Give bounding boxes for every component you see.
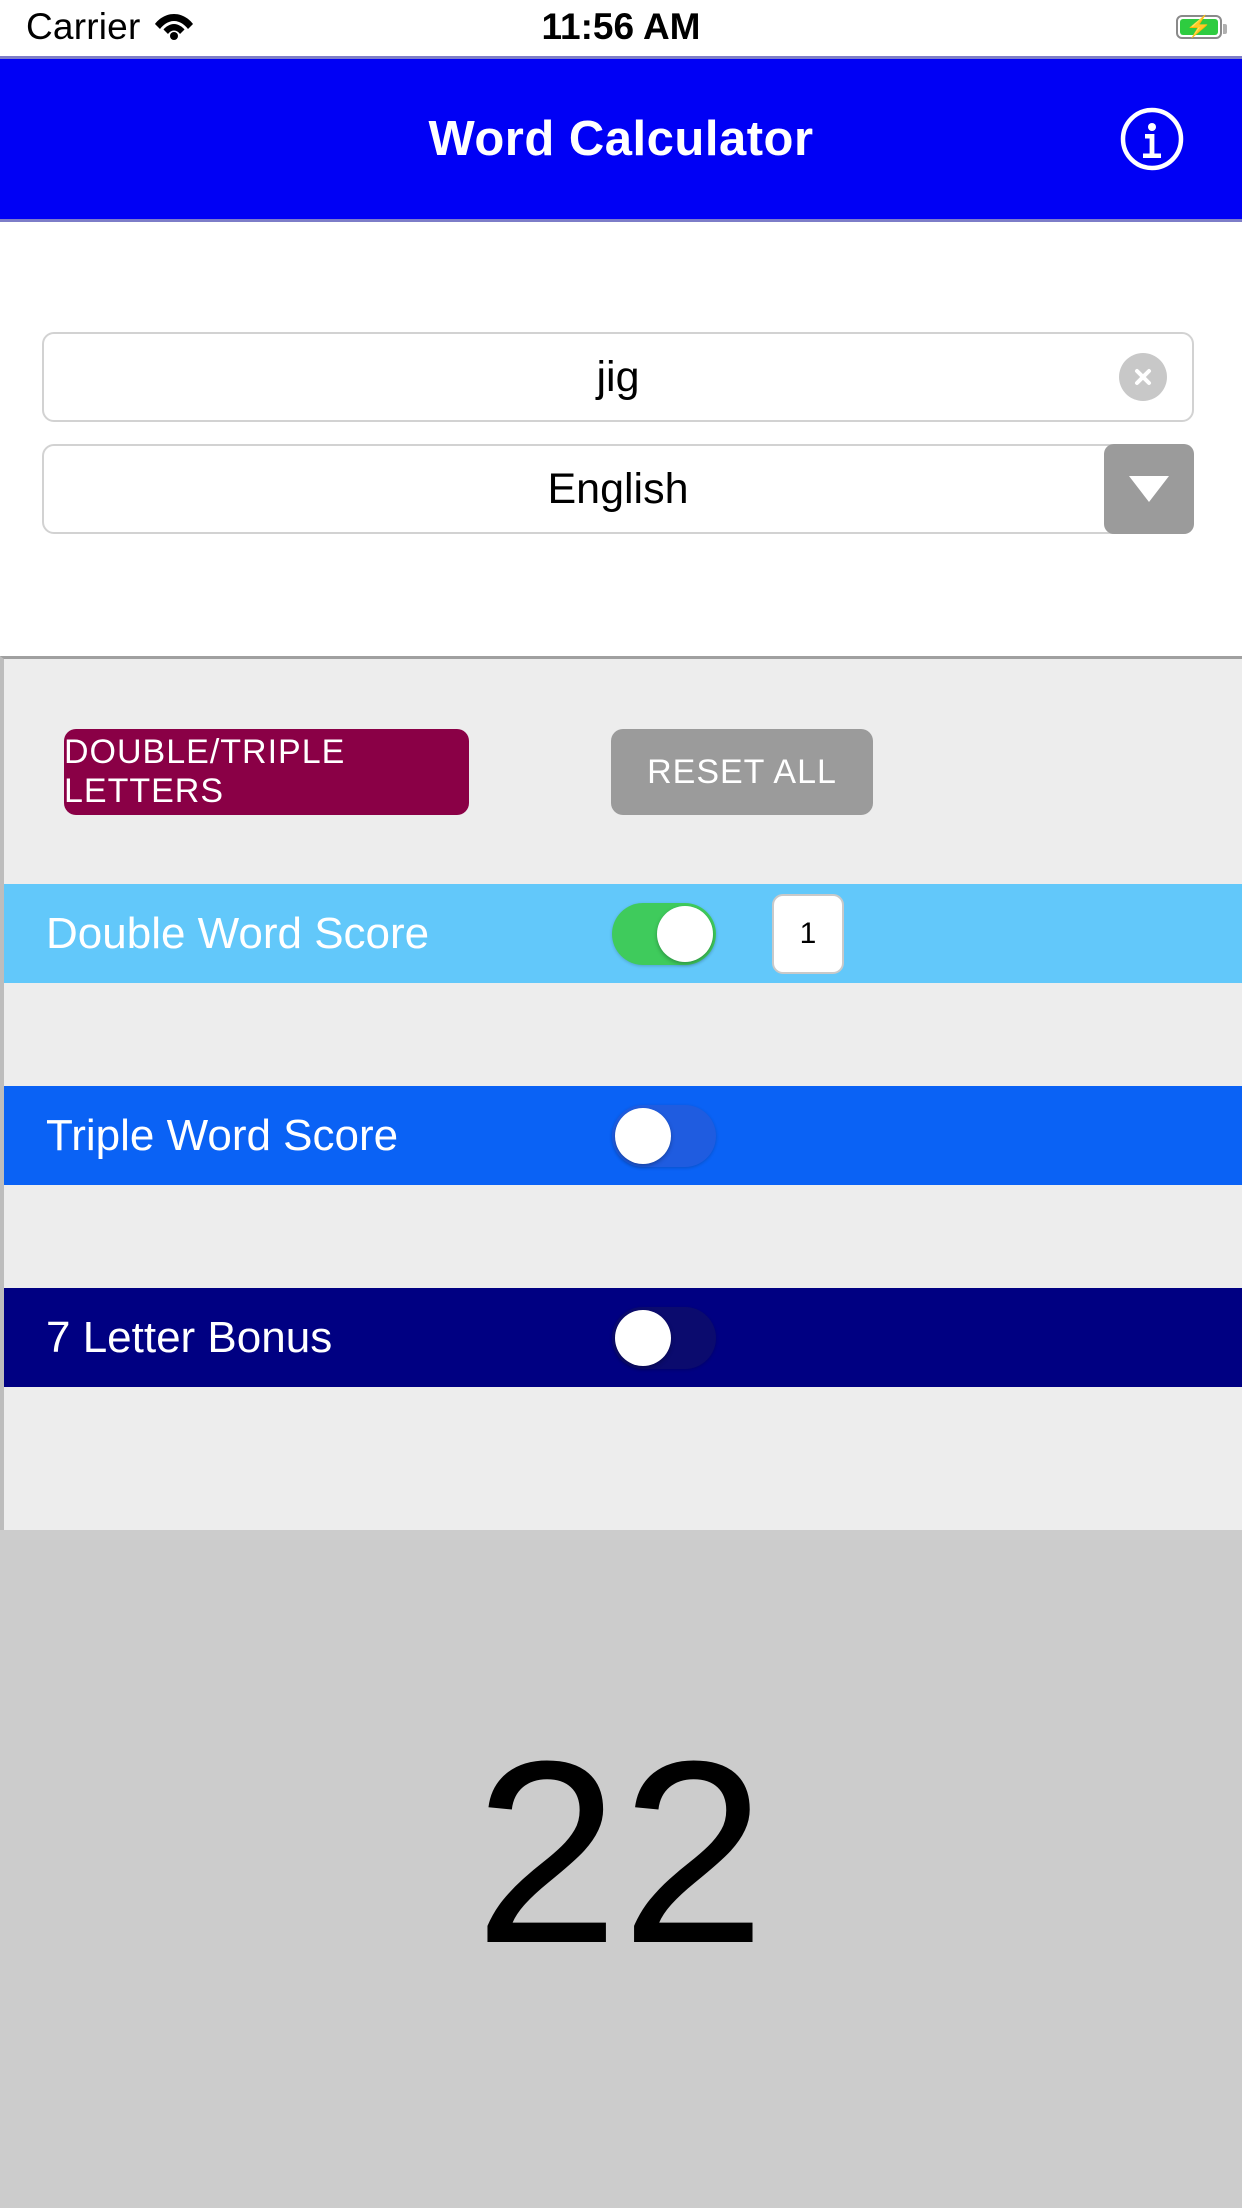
row-separator xyxy=(4,1387,1242,1490)
language-select[interactable]: English xyxy=(42,444,1194,534)
app-header: Word Calculator xyxy=(0,56,1242,222)
action-buttons-row: DOUBLE/TRIPLE LETTERS RESET ALL xyxy=(4,659,1242,884)
word-input[interactable]: jig xyxy=(42,332,1194,422)
double-word-score-multiplier[interactable]: 1 xyxy=(772,893,844,974)
status-bar-left: Carrier xyxy=(26,6,194,48)
info-icon[interactable] xyxy=(1119,106,1185,172)
option-label: 7 Letter Bonus xyxy=(46,1312,333,1362)
option-row-double-word-score[interactable]: Double Word Score 1 xyxy=(4,884,1242,983)
status-bar-right: ⚡ xyxy=(1176,0,1227,54)
row-separator xyxy=(4,983,1242,1086)
status-bar: Carrier 11:56 AM ⚡ xyxy=(0,0,1242,54)
app-screen: Carrier 11:56 AM ⚡ Word Calculator jig E… xyxy=(0,0,1242,2208)
battery-charging-icon: ⚡ xyxy=(1176,15,1227,39)
score-display: 22 xyxy=(0,1530,1242,2208)
wifi-icon xyxy=(154,10,194,45)
option-row-seven-letter-bonus[interactable]: 7 Letter Bonus xyxy=(4,1288,1242,1387)
option-label: Double Word Score xyxy=(46,908,430,958)
word-input-value: jig xyxy=(596,352,640,401)
option-label: Triple Word Score xyxy=(46,1110,399,1160)
reset-all-button[interactable]: RESET ALL xyxy=(611,729,873,815)
option-row-triple-word-score[interactable]: Triple Word Score xyxy=(4,1086,1242,1185)
carrier-label: Carrier xyxy=(26,6,141,47)
options-section: DOUBLE/TRIPLE LETTERS RESET ALL Double W… xyxy=(0,656,1242,1530)
language-select-value: English xyxy=(547,464,689,513)
input-section: jig English xyxy=(0,222,1242,656)
double-triple-letters-button[interactable]: DOUBLE/TRIPLE LETTERS xyxy=(64,729,469,815)
page-title: Word Calculator xyxy=(428,112,814,166)
row-separator xyxy=(4,1185,1242,1288)
score-value: 22 xyxy=(474,1708,768,1998)
double-word-score-toggle[interactable] xyxy=(612,902,716,965)
seven-letter-bonus-toggle[interactable] xyxy=(612,1306,716,1369)
clock-label: 11:56 AM xyxy=(541,6,701,47)
triple-word-score-toggle[interactable] xyxy=(612,1104,716,1167)
chevron-down-icon[interactable] xyxy=(1104,444,1194,534)
clear-icon[interactable] xyxy=(1119,353,1167,401)
